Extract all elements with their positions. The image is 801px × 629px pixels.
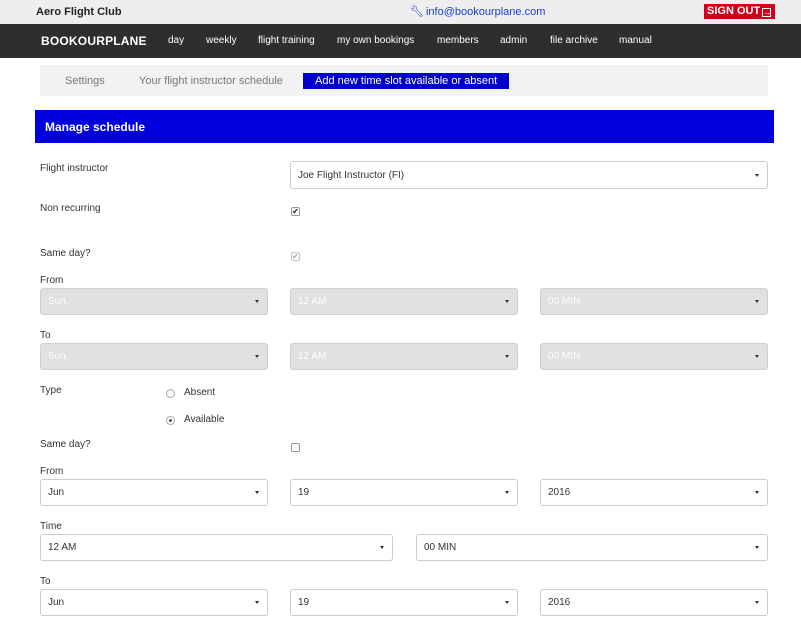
sign-out-button[interactable]: SIGN OUT → [704,4,775,19]
chevron-down-icon [505,355,509,358]
instructor-label: Flight instructor [40,163,109,174]
sub-navigation: Settings Your flight instructor schedule… [40,65,768,96]
main-navbar: BOOKOURPLANE day weekly flight training … [0,24,801,58]
to-date-value: 19 [298,597,310,608]
chevron-down-icon [755,355,759,358]
time-label: Time [40,521,62,532]
from-2-label: From [40,466,64,477]
sign-out-label: SIGN OUT [707,5,761,17]
chevron-down-icon [505,491,509,494]
type-available-radio[interactable] [166,416,175,425]
chevron-down-icon [755,300,759,303]
to-hour-select[interactable]: 12 AM [290,343,518,370]
to-label: To [40,330,51,341]
from-month-select[interactable]: Jun [40,479,268,506]
nav-weekly[interactable]: weekly [206,35,237,46]
brand-logo[interactable]: BOOKOURPLANE [41,34,147,48]
chevron-down-icon [255,491,259,494]
type-absent-radio[interactable] [166,389,175,398]
from-hour-select[interactable]: 12 AM [290,288,518,315]
type-available-label: Available [184,414,225,425]
type-label: Type [40,385,62,396]
chevron-down-icon [505,300,509,303]
subnav-instructor-schedule[interactable]: Your flight instructor schedule [139,75,283,87]
nav-members[interactable]: members [437,35,479,46]
nav-day[interactable]: day [168,35,184,46]
type-absent-label: Absent [184,387,216,398]
non-recurring-label: Non recurring [40,203,101,214]
to-day-select[interactable]: Sun. [40,343,268,370]
nav-my-own-bookings[interactable]: my own bookings [337,35,414,46]
panel-heading: Manage schedule [35,110,774,143]
time-hour-select[interactable]: 12 AM [40,534,393,561]
chevron-down-icon [755,174,759,177]
top-bar: Aero Flight Club 🔧︎ info@bookourplane.com… [0,0,801,24]
from-day-select[interactable]: Sun. [40,288,268,315]
chevron-down-icon [255,355,259,358]
nav-admin[interactable]: admin [500,35,527,46]
wrench-icon: 🔧︎ [410,6,424,18]
to-month-select[interactable]: Jun [40,589,268,616]
club-name: Aero Flight Club [36,6,122,18]
chevron-down-icon [755,546,759,549]
chevron-down-icon [255,601,259,604]
same-day-2-checkbox[interactable] [291,443,300,452]
from-date-value: 19 [298,487,310,498]
to-minute-select[interactable]: 00 MIN [540,343,768,370]
panel-title: Manage schedule [45,120,146,134]
same-day-label: Same day? [40,248,91,259]
from-year-value: 2016 [548,487,571,498]
same-day-2-label: Same day? [40,439,91,450]
nav-flight-training[interactable]: flight training [258,35,315,46]
non-recurring-checkbox[interactable]: ✔ [291,207,300,216]
from-day-value: Sun. [48,296,69,307]
to-date-select[interactable]: 19 [290,589,518,616]
chevron-down-icon [755,601,759,604]
to-hour-value: 12 AM [298,351,327,362]
to-2-label: To [40,576,51,587]
to-year-value: 2016 [548,597,571,608]
instructor-value: Joe Flight Instructor (FI) [298,170,405,181]
sign-out-icon: → [762,8,772,17]
from-month-value: Jun [48,487,65,498]
chevron-down-icon [380,546,384,549]
email-text: info@bookourplane.com [425,6,546,18]
instructor-select[interactable]: Joe Flight Instructor (FI) [290,161,768,189]
to-year-select[interactable]: 2016 [540,589,768,616]
nav-manual[interactable]: manual [619,35,652,46]
chevron-down-icon [505,601,509,604]
subnav-add-time-slot[interactable]: Add new time slot available or absent [303,73,510,89]
from-label: From [40,275,64,286]
time-minute-value: 00 MIN [424,542,457,553]
to-month-value: Jun [48,597,65,608]
email-link[interactable]: 🔧︎ info@bookourplane.com [410,5,545,18]
subnav-settings[interactable]: Settings [65,75,105,87]
time-minute-select[interactable]: 00 MIN [416,534,768,561]
to-day-value: Sun. [48,351,69,362]
same-day-checkbox[interactable]: ✔ [291,252,300,261]
from-date-select[interactable]: 19 [290,479,518,506]
from-year-select[interactable]: 2016 [540,479,768,506]
from-minute-select[interactable]: 00 MIN [540,288,768,315]
from-hour-value: 12 AM [298,296,327,307]
chevron-down-icon [255,300,259,303]
time-hour-value: 12 AM [48,542,77,553]
from-minute-value: 00 MIN [548,296,581,307]
nav-file-archive[interactable]: file archive [550,35,598,46]
to-minute-value: 00 MIN [548,351,581,362]
chevron-down-icon [755,491,759,494]
